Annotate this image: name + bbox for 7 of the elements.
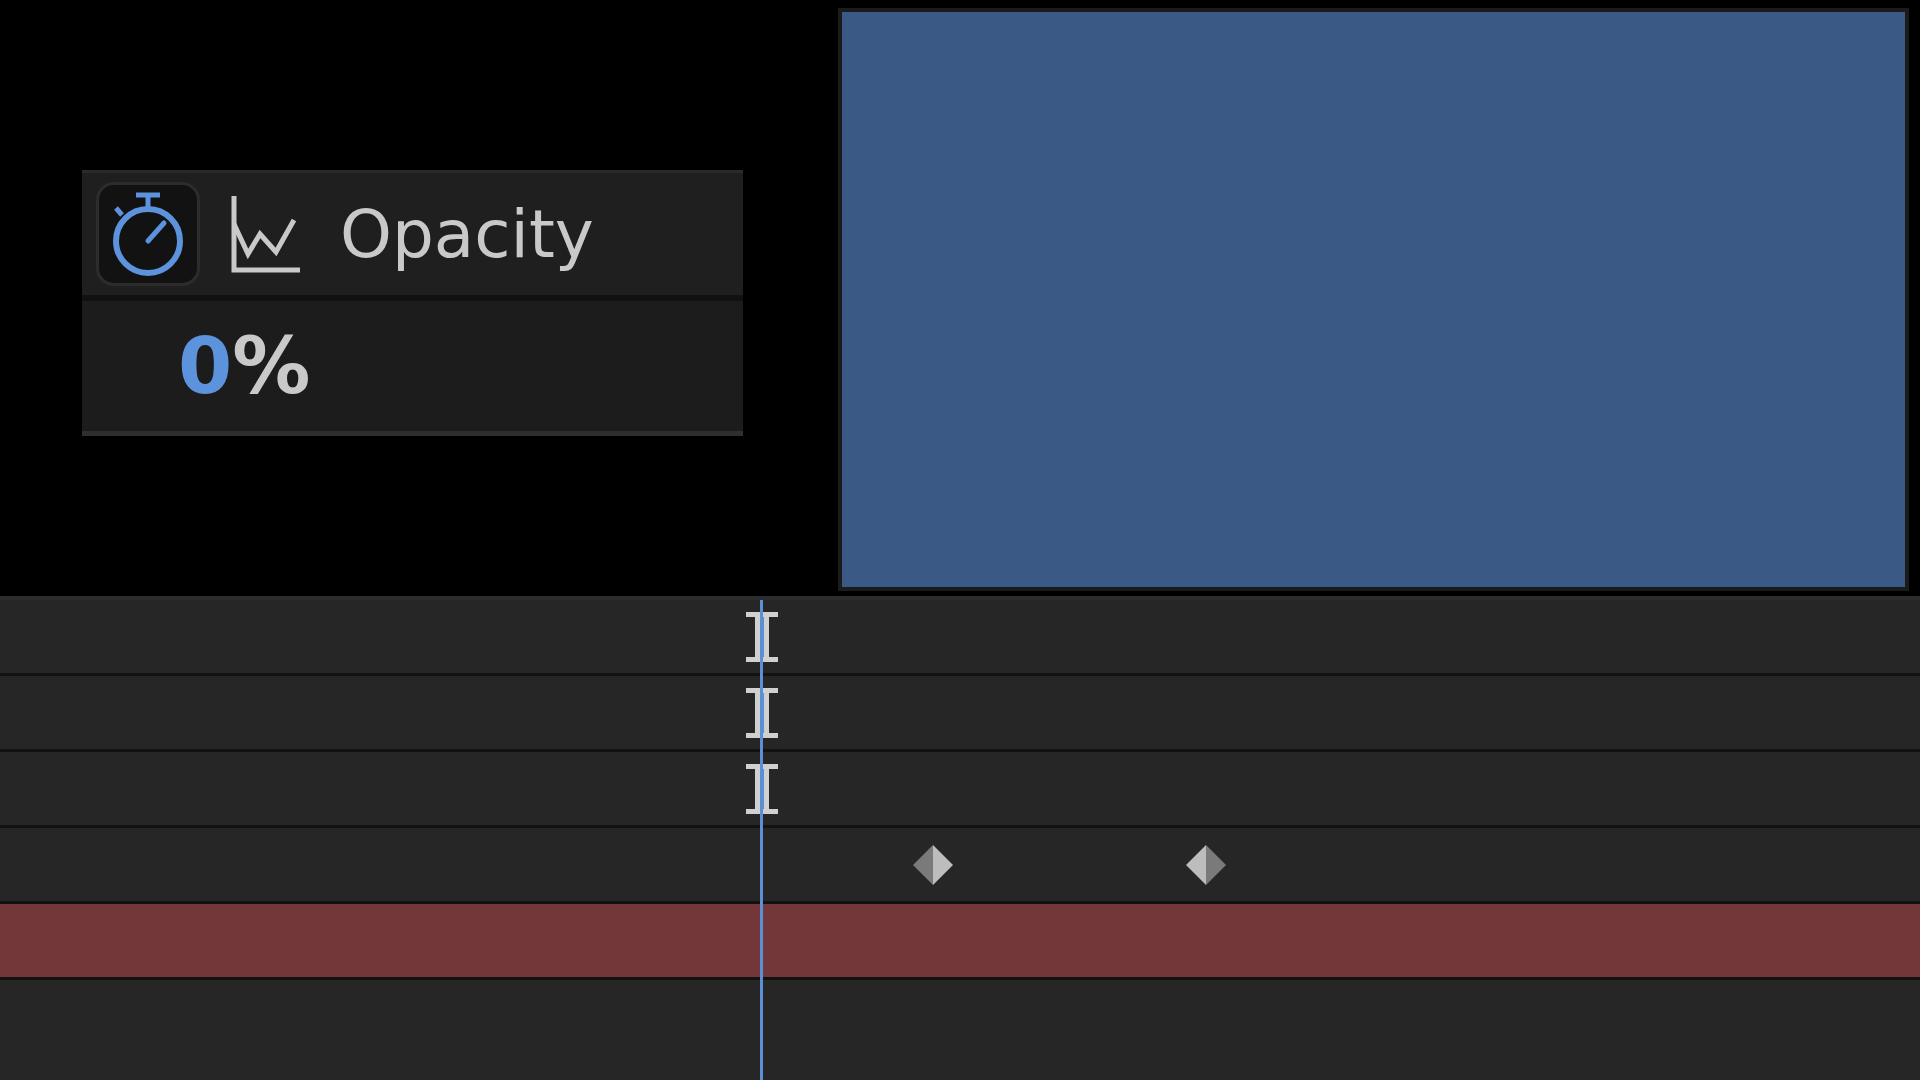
keyframe-icon[interactable] [1186, 845, 1226, 885]
keyframe-icon[interactable] [913, 845, 953, 885]
property-name: Opacity [340, 195, 594, 273]
graph-icon[interactable] [230, 194, 302, 274]
unit-label: % [232, 327, 311, 405]
property-value[interactable]: 0 [178, 327, 233, 405]
stopwatch-button[interactable] [96, 182, 200, 286]
